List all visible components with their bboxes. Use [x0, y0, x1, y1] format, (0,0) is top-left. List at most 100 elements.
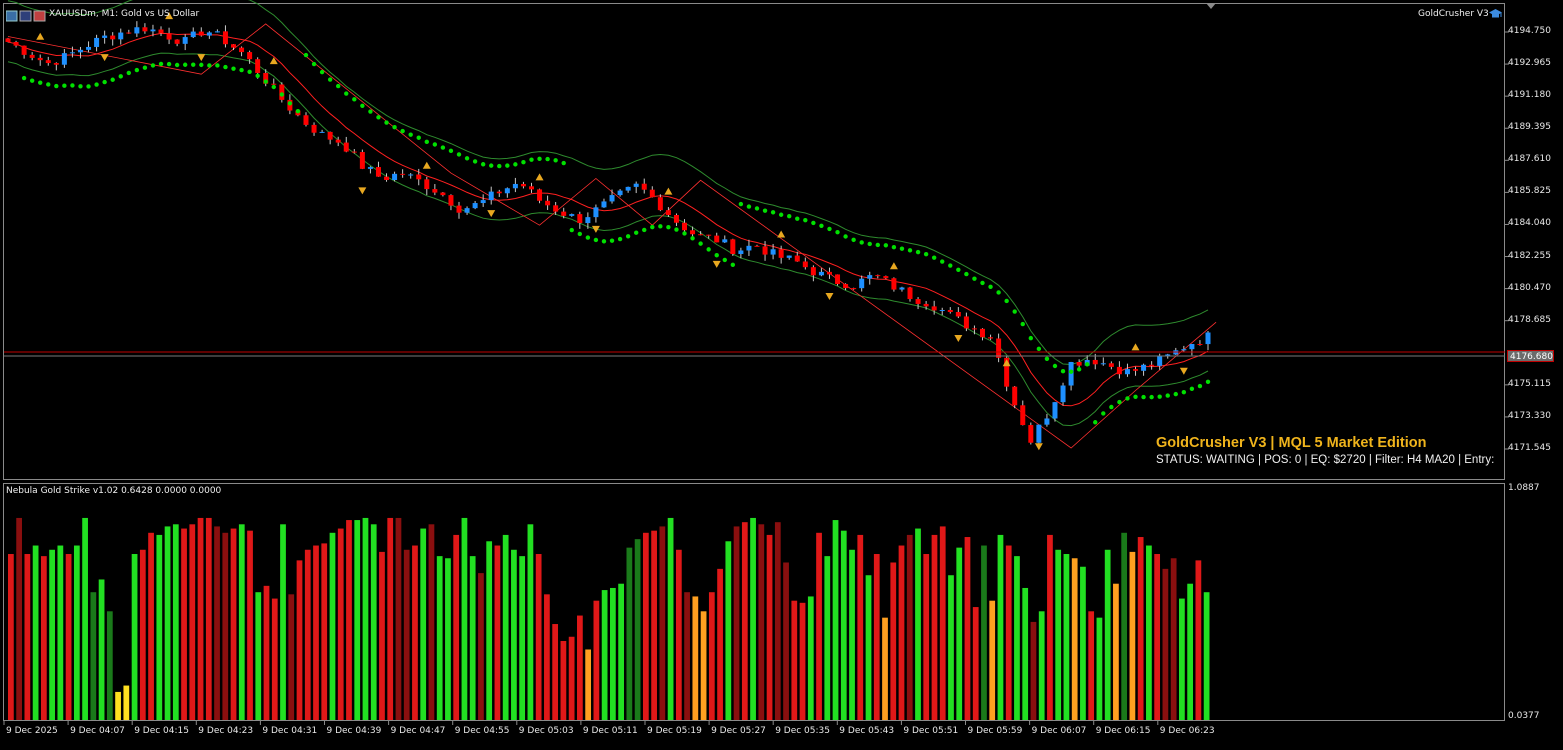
histogram-bar — [667, 517, 674, 720]
sar-dot — [1117, 399, 1122, 405]
histogram-bar — [379, 551, 385, 720]
candle-body — [488, 191, 494, 201]
histogram-bar — [428, 524, 435, 720]
candle-body — [37, 57, 43, 61]
histogram-bar — [717, 568, 723, 720]
sar-dot — [118, 74, 123, 79]
sar-dot — [658, 224, 663, 229]
candle-body — [617, 190, 623, 196]
fractal-up-arrow — [1131, 343, 1140, 351]
candle-body — [367, 167, 373, 169]
histogram-bar — [296, 560, 303, 720]
histogram-bar — [1014, 556, 1020, 720]
candle-body — [110, 35, 116, 40]
sar-dot — [875, 242, 880, 248]
sar-dot — [303, 52, 309, 58]
chart-window-icons[interactable] — [5, 7, 46, 26]
histogram-bar — [189, 524, 196, 720]
histogram-bar — [1063, 554, 1070, 720]
candle-body — [657, 197, 663, 211]
candle-body — [375, 167, 381, 177]
candle-body — [835, 274, 841, 285]
candle-body — [706, 234, 712, 236]
candle-body — [738, 250, 744, 254]
graduation-cap-icon[interactable] — [1488, 8, 1503, 20]
sar-dot — [223, 64, 228, 70]
sar-dot — [440, 145, 446, 150]
sar-dot — [432, 142, 438, 147]
sar-dot — [231, 66, 236, 71]
candle-body — [311, 124, 317, 133]
histogram-bar — [568, 636, 575, 720]
indicator-axis-min: 0.0377 — [1508, 711, 1540, 721]
candle-body — [1060, 385, 1066, 403]
candle-body — [577, 214, 583, 224]
sar-dot — [682, 231, 687, 236]
histogram-bar — [799, 602, 806, 720]
candle-body — [794, 255, 800, 262]
price-axis-label: 4191.180 — [1508, 90, 1551, 101]
sar-dot — [126, 70, 132, 76]
histogram-bar — [16, 517, 22, 720]
fractal-down-arrow — [1034, 443, 1043, 451]
indicator-axis-max: 1.0887 — [1508, 483, 1540, 493]
histogram-bar — [478, 573, 484, 720]
candle-body — [351, 151, 357, 153]
candle-body — [1052, 402, 1058, 419]
histogram-bar — [741, 522, 748, 720]
chart-menu-icon[interactable] — [5, 10, 18, 22]
sar-dot — [110, 77, 115, 82]
candle-body — [303, 115, 309, 125]
one-click-trading-icon[interactable] — [19, 10, 32, 22]
sar-dot — [1189, 386, 1195, 392]
histogram-bar — [1129, 551, 1136, 720]
histogram-bar — [164, 526, 171, 720]
sar-dot — [811, 220, 816, 226]
histogram-bar — [651, 530, 657, 720]
histogram-bar — [807, 596, 814, 720]
sar-dot — [360, 103, 365, 108]
sar-dot — [199, 62, 204, 68]
sar-dot — [1157, 394, 1162, 399]
candle-body — [1124, 369, 1130, 375]
candle-body — [190, 31, 196, 38]
depth-of-market-icon[interactable] — [33, 10, 46, 22]
histogram-bar — [1088, 611, 1095, 720]
mt5-chart-window[interactable]: XAUUSDm, M1: Gold vs US Dollar GoldCrush… — [0, 0, 1563, 750]
candle-body — [1141, 364, 1147, 371]
time-axis-label: 9 Dec 04:15 — [134, 726, 189, 736]
time-axis-label: 9 Dec 04:55 — [454, 726, 510, 736]
histogram-bar — [865, 575, 872, 720]
histogram-bar — [898, 545, 905, 720]
histogram-bar — [626, 547, 633, 720]
sar-dot — [134, 67, 140, 73]
sar-dot — [1068, 369, 1074, 374]
candle-body — [1197, 343, 1203, 345]
sar-dot — [311, 61, 317, 67]
histogram-bar — [1030, 621, 1037, 720]
candle-body — [1116, 366, 1122, 375]
histogram-bar — [486, 541, 493, 720]
time-axis-label: 9 Dec 04:31 — [262, 726, 318, 736]
candle-body — [593, 207, 599, 218]
sar-dot — [698, 241, 703, 246]
candle-body — [955, 311, 961, 317]
sar-dot — [174, 62, 180, 68]
histogram-bar — [585, 649, 592, 720]
fractal-down-arrow — [487, 210, 496, 218]
histogram-bar — [882, 617, 888, 720]
ea-overlay-status: STATUS: WAITING | POS: 0 | EQ: $2720 | F… — [1156, 454, 1495, 466]
sar-dot — [191, 62, 196, 67]
candle-body — [802, 261, 808, 268]
chart-shift-marker[interactable] — [1206, 3, 1216, 9]
candle-body — [496, 191, 502, 194]
histogram-bar — [511, 549, 517, 720]
sar-dot — [102, 79, 107, 85]
histogram-bar — [659, 526, 666, 720]
price-axis-label: 4175.115 — [1508, 378, 1551, 389]
expert-advisor-name[interactable]: GoldCrusher V3 — [1418, 9, 1489, 19]
histogram-bar — [502, 534, 509, 720]
histogram-bar — [288, 594, 295, 720]
histogram-bar — [65, 554, 72, 720]
sar-dot — [400, 128, 405, 134]
